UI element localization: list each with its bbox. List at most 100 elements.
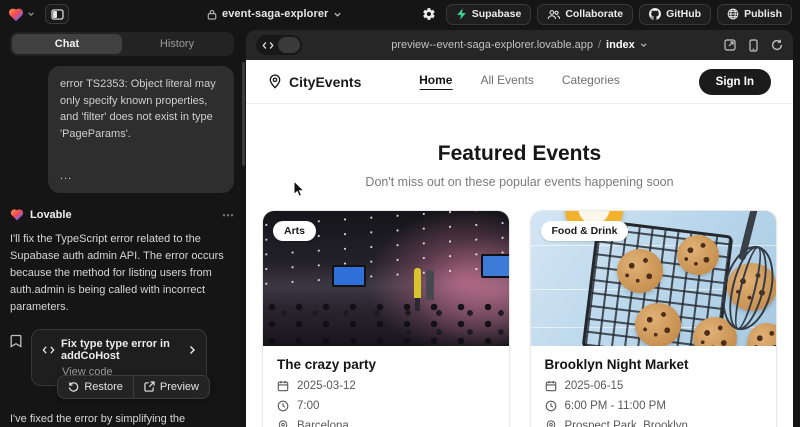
chevron-down-icon	[27, 5, 35, 23]
collaborate-label: Collaborate	[565, 8, 623, 20]
lovable-logo-menu[interactable]	[8, 5, 35, 23]
toggle-sidebar-button[interactable]	[45, 4, 69, 24]
clock-icon	[277, 400, 289, 412]
bookmark-icon[interactable]	[10, 329, 22, 386]
event-location: Prospect Park, Brooklyn	[565, 420, 688, 427]
people-icon	[547, 9, 560, 20]
lock-icon	[207, 9, 217, 20]
chevron-down-icon	[640, 41, 648, 49]
restore-label: Restore	[84, 381, 123, 393]
event-title: The crazy party	[277, 357, 495, 372]
user-message-bubble: error TS2353: Object literal may only sp…	[48, 66, 234, 193]
publish-label: Publish	[744, 8, 782, 20]
code-view-toggle[interactable]	[256, 35, 302, 55]
venue-person	[426, 270, 434, 300]
rendered-site: CityEvents Home All Events Categories Si…	[246, 60, 793, 427]
assistant-header: Lovable ⋯	[10, 208, 234, 222]
collaborate-button[interactable]: Collaborate	[537, 4, 633, 25]
cookie	[635, 303, 681, 346]
assistant-message-2-text-1: I've fixed the error by simplifying the …	[10, 413, 185, 427]
tab-history[interactable]: History	[122, 34, 232, 54]
refresh-icon[interactable]	[771, 39, 783, 51]
cookie	[617, 249, 663, 293]
clock-icon	[545, 400, 557, 412]
restore-icon	[68, 381, 79, 392]
lovable-heart-icon	[8, 7, 24, 22]
lovable-app-window: event-saga-explorer Supabase	[0, 0, 800, 427]
hero-title: Featured Events	[246, 142, 793, 166]
site-nav: Home All Events Categories	[419, 73, 620, 90]
publish-button[interactable]: Publish	[717, 4, 792, 25]
nav-home[interactable]: Home	[419, 73, 452, 90]
settings-button[interactable]	[418, 4, 440, 25]
event-time-row: 7:00	[277, 400, 495, 412]
topbar-left-group	[8, 4, 69, 24]
code-change-title-row: Fix type type error in addCoHost	[42, 338, 196, 362]
event-card-crazy-party[interactable]: Arts The crazy party 2025-03-12 7:00	[262, 210, 510, 427]
external-link-icon	[144, 381, 155, 392]
code-brackets-icon	[42, 345, 55, 355]
venue-screen	[481, 254, 509, 278]
assistant-message-1: I'll fix the TypeScript error related to…	[10, 231, 234, 316]
category-badge: Arts	[273, 221, 316, 241]
event-image-venue: Arts	[263, 211, 509, 346]
hero-subtitle: Don't miss out on these popular events h…	[246, 175, 793, 189]
event-card-body: Brooklyn Night Market 2025-06-15 6:00 PM…	[531, 346, 777, 427]
event-title: Brooklyn Night Market	[545, 357, 763, 372]
sign-in-button[interactable]: Sign In	[699, 69, 771, 95]
assistant-name: Lovable	[30, 209, 72, 221]
preview-url-separator: /	[598, 39, 601, 51]
restore-button[interactable]: Restore	[58, 376, 133, 398]
event-date-row: 2025-06-15	[545, 380, 763, 392]
preview-actions	[724, 39, 783, 52]
event-location-row: Barcelona	[277, 420, 495, 427]
open-in-new-tab-icon[interactable]	[724, 39, 736, 51]
venue-crowd	[263, 300, 509, 346]
event-location: Barcelona	[297, 420, 349, 427]
sidebar-scrollbar[interactable]	[242, 62, 245, 166]
map-pin-icon	[545, 420, 557, 427]
code-change-card[interactable]: Fix type type error in addCoHost View co…	[31, 329, 207, 386]
preview-url-host: preview--event-saga-explorer.lovable.app	[391, 39, 593, 51]
site-header: CityEvents Home All Events Categories Si…	[246, 60, 793, 104]
toggle-knob	[278, 37, 300, 53]
code-brackets-icon	[258, 41, 278, 50]
event-card-night-market[interactable]: Food & Drink Brooklyn Night Market 2025-…	[530, 210, 778, 427]
chevron-down-icon	[333, 10, 342, 19]
version-actions: Restore Preview	[57, 375, 210, 399]
event-date: 2025-03-12	[297, 380, 356, 392]
supabase-label: Supabase	[472, 8, 522, 20]
venue-screen	[332, 265, 366, 287]
event-date: 2025-06-15	[565, 380, 624, 392]
lovable-heart-icon	[10, 208, 24, 221]
category-badge: Food & Drink	[541, 221, 629, 241]
event-location-row: Prospect Park, Brooklyn	[545, 420, 763, 427]
supabase-button[interactable]: Supabase	[446, 4, 532, 25]
nav-all-events[interactable]: All Events	[480, 73, 533, 90]
mobile-view-icon[interactable]	[749, 39, 758, 52]
preview-button[interactable]: Preview	[133, 376, 209, 398]
message-menu-button[interactable]: ⋯	[222, 208, 234, 222]
venue-person	[414, 268, 421, 298]
cookie	[677, 235, 719, 275]
hero-section: Featured Events Don't miss out on these …	[246, 142, 793, 189]
chat-sidebar: Chat History error TS2353: Object litera…	[0, 28, 246, 427]
github-button[interactable]: GitHub	[639, 4, 711, 25]
preview-url-bar[interactable]: preview--event-saga-explorer.lovable.app…	[391, 39, 648, 51]
event-time: 6:00 PM - 11:00 PM	[565, 400, 666, 412]
calendar-icon	[277, 380, 289, 392]
nav-categories[interactable]: Categories	[562, 73, 620, 90]
map-pin-icon	[277, 420, 289, 427]
supabase-bolt-icon	[456, 8, 467, 20]
project-selector[interactable]: event-saga-explorer	[207, 0, 342, 28]
site-brand[interactable]: CityEvents	[268, 74, 361, 90]
event-time-row: 6:00 PM - 11:00 PM	[545, 400, 763, 412]
user-message-text: error TS2353: Object literal may only sp…	[60, 76, 222, 142]
code-action-row: Fix type type error in addCoHost View co…	[10, 329, 234, 386]
assistant-message-2: I've fixed the error by simplifying the …	[10, 410, 234, 427]
tab-chat[interactable]: Chat	[12, 34, 122, 54]
event-image-cookies: Food & Drink	[531, 211, 777, 346]
chevron-right-icon	[188, 345, 196, 355]
preview-chrome-bar: preview--event-saga-explorer.lovable.app…	[246, 30, 793, 60]
github-icon	[649, 8, 661, 20]
